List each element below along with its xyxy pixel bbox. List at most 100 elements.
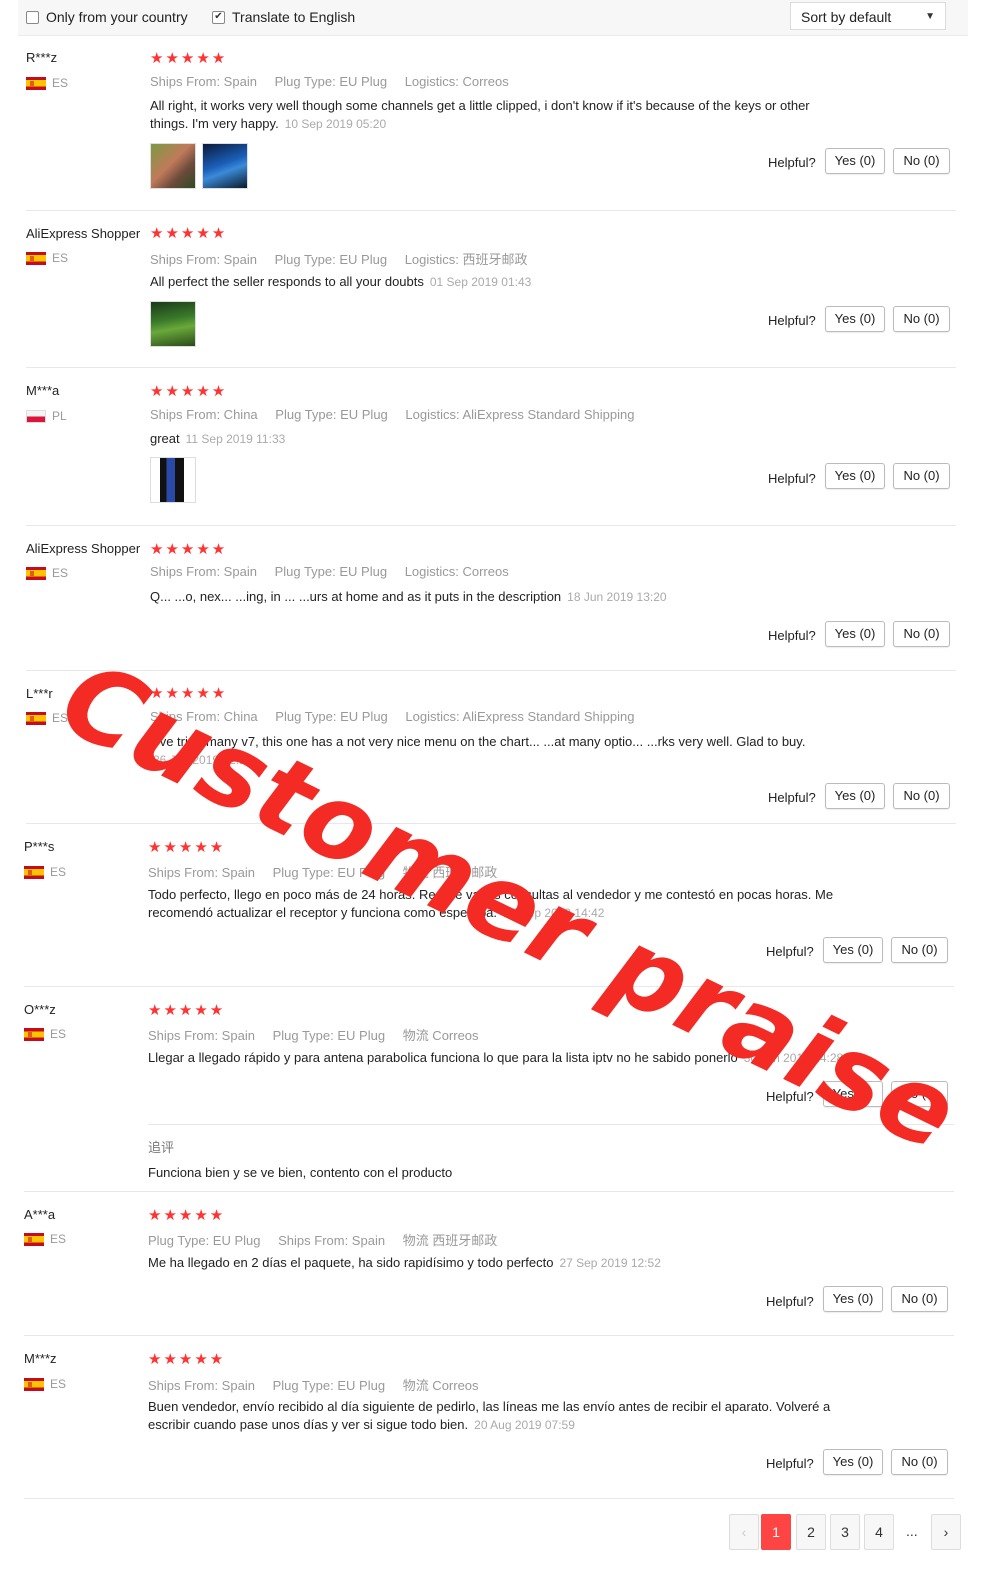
review-body: great: [150, 431, 180, 446]
divider: [26, 525, 956, 526]
review-text: All right, it works very well though som…: [150, 97, 840, 133]
review-country: ES: [26, 251, 68, 265]
checkbox-checked-icon[interactable]: ✔: [212, 10, 225, 24]
helpful-yes-button[interactable]: Yes (0): [825, 783, 885, 809]
logistics: Logistics: Correos: [404, 74, 509, 89]
review-body: Q... ...o, nex... ...ing, in ... ...urs …: [150, 589, 562, 604]
review-date: 20 Aug 2019 07:59: [474, 1418, 575, 1432]
divider: [26, 210, 956, 211]
ships-from: Ships From: China: [150, 407, 258, 422]
logistics: 物流 Correos: [402, 1028, 479, 1043]
sort-select-value: Sort by default: [801, 9, 892, 25]
review-country: PL: [26, 409, 67, 423]
next-page-button[interactable]: ›: [931, 1514, 961, 1550]
helpful-yes-button[interactable]: Yes (0): [825, 621, 885, 647]
checkbox-icon[interactable]: [26, 10, 39, 24]
review-username: A***a: [24, 1207, 56, 1222]
plug-type: Plug Type: EU Plug: [272, 1378, 386, 1393]
helpful-no-button[interactable]: No (0): [893, 463, 950, 489]
helpful-no-button[interactable]: No (0): [893, 621, 950, 647]
review-date: 18 Jun 2019 13:20: [567, 590, 667, 604]
review-meta: Ships From: Spain Plug Type: EU Plug Log…: [150, 564, 523, 579]
review-date: 17 Sep 2019 14:42: [503, 906, 605, 920]
helpful-no-button[interactable]: No (0): [893, 783, 950, 809]
prev-page-button[interactable]: ‹: [729, 1514, 759, 1550]
review-text: Me ha llegado en 2 días el paquete, ha s…: [148, 1254, 888, 1272]
review-username: AliExpress Shopper: [26, 226, 141, 241]
review-username: M***a: [26, 383, 60, 398]
review-photo[interactable]: [150, 301, 196, 347]
sort-select[interactable]: Sort by default ▼: [790, 2, 946, 30]
star-rating: ★★★★★: [150, 225, 228, 242]
review-date: 30 Jun 2019 14:28: [743, 1051, 844, 1065]
review-text: All perfect the seller responds to all y…: [150, 273, 840, 291]
poland-flag-icon: [26, 409, 46, 423]
review-body: All right, it works very well though som…: [150, 98, 810, 131]
ships-from: Ships From: Spain: [278, 1233, 386, 1248]
review-country: ES: [26, 76, 68, 90]
review-body: Llegar a llegado rápido y para antena pa…: [148, 1050, 738, 1065]
review-username: P***s: [24, 839, 55, 854]
review-username: L***r: [26, 686, 53, 701]
helpful-no-button[interactable]: No (0): [891, 1081, 948, 1107]
helpful-yes-button[interactable]: Yes (0): [823, 1286, 883, 1312]
ships-from: Ships From: Spain: [148, 1378, 255, 1393]
helpful-yes-button[interactable]: Yes (0): [823, 1449, 883, 1475]
logistics: 物流 西班牙邮政: [402, 1233, 498, 1248]
country-code: ES: [52, 711, 69, 725]
spain-flag-icon: [24, 865, 44, 879]
review-date: 10 Sep 2019 05:20: [284, 117, 387, 131]
review-photo[interactable]: [202, 143, 248, 189]
helpful-yes-button[interactable]: Yes (0): [825, 306, 885, 332]
helpful-no-button[interactable]: No (0): [893, 306, 950, 332]
helpful-yes-button[interactable]: Yes (0): [825, 148, 885, 174]
country-code: ES: [50, 1027, 67, 1041]
review-country: ES: [26, 711, 68, 725]
star-rating: ★★★★★: [148, 1351, 226, 1368]
followup-label: 追评: [148, 1140, 175, 1155]
page-button[interactable]: 1: [761, 1514, 791, 1550]
spain-flag-icon: [24, 1377, 44, 1391]
helpful-yes-button[interactable]: Yes (0): [823, 937, 883, 963]
divider: [24, 986, 954, 987]
helpful-yes-button[interactable]: Yes (0): [825, 463, 885, 489]
review-username: M***z: [24, 1351, 57, 1366]
review-photo[interactable]: [150, 457, 196, 503]
divider: [24, 1335, 954, 1336]
ships-from: Ships From: Spain: [148, 865, 255, 880]
translate-checkbox[interactable]: ✔ Translate to English: [212, 9, 355, 25]
page-button[interactable]: 3: [830, 1514, 860, 1550]
review-username: O***z: [24, 1002, 56, 1017]
review-photo[interactable]: [150, 143, 196, 189]
review-meta: Ships From: China Plug Type: EU Plug Log…: [150, 709, 648, 724]
page-button[interactable]: 4: [864, 1514, 894, 1550]
review-date: 27 Sep 2019 12:52: [559, 1256, 661, 1270]
helpful-no-button[interactable]: No (0): [891, 1449, 948, 1475]
ships-from: Ships From: China: [150, 709, 258, 724]
star-rating: ★★★★★: [148, 1002, 226, 1019]
followup-text: Funciona bien y se ve bien, contento con…: [148, 1165, 453, 1180]
review-country: ES: [24, 1232, 66, 1246]
plug-type: Plug Type: EU Plug: [274, 74, 388, 89]
helpful-no-button[interactable]: No (0): [891, 1286, 948, 1312]
review-body: All perfect the seller responds to all y…: [150, 274, 424, 289]
helpful-yes-button[interactable]: Yes (0): [823, 1081, 883, 1107]
divider: [26, 367, 956, 368]
review-date: 11 Sep 2019 11:33: [185, 432, 286, 446]
helpful-label: Helpful?: [768, 313, 816, 328]
page-button[interactable]: 2: [796, 1514, 826, 1550]
review-text: Todo perfecto, llego en poco más de 24 h…: [148, 886, 838, 922]
review-date: 26 Jun 2019 02:19: [153, 753, 253, 767]
star-rating: ★★★★★: [150, 541, 228, 558]
plug-type: Plug Type: EU Plug: [272, 1028, 386, 1043]
review-meta: Plug Type: EU Plug Ships From: Spain 物流 …: [148, 1230, 511, 1249]
country-code: ES: [50, 1232, 67, 1246]
helpful-no-button[interactable]: No (0): [893, 148, 950, 174]
only-country-checkbox[interactable]: Only from your country: [26, 9, 188, 25]
ships-from: Ships From: Spain: [150, 564, 257, 579]
review-photos: [150, 301, 196, 347]
helpful-no-button[interactable]: No (0): [891, 937, 948, 963]
country-code: ES: [50, 1377, 67, 1391]
country-code: ES: [52, 76, 69, 90]
logistics: Logistics: AliExpress Standard Shipping: [405, 407, 635, 422]
